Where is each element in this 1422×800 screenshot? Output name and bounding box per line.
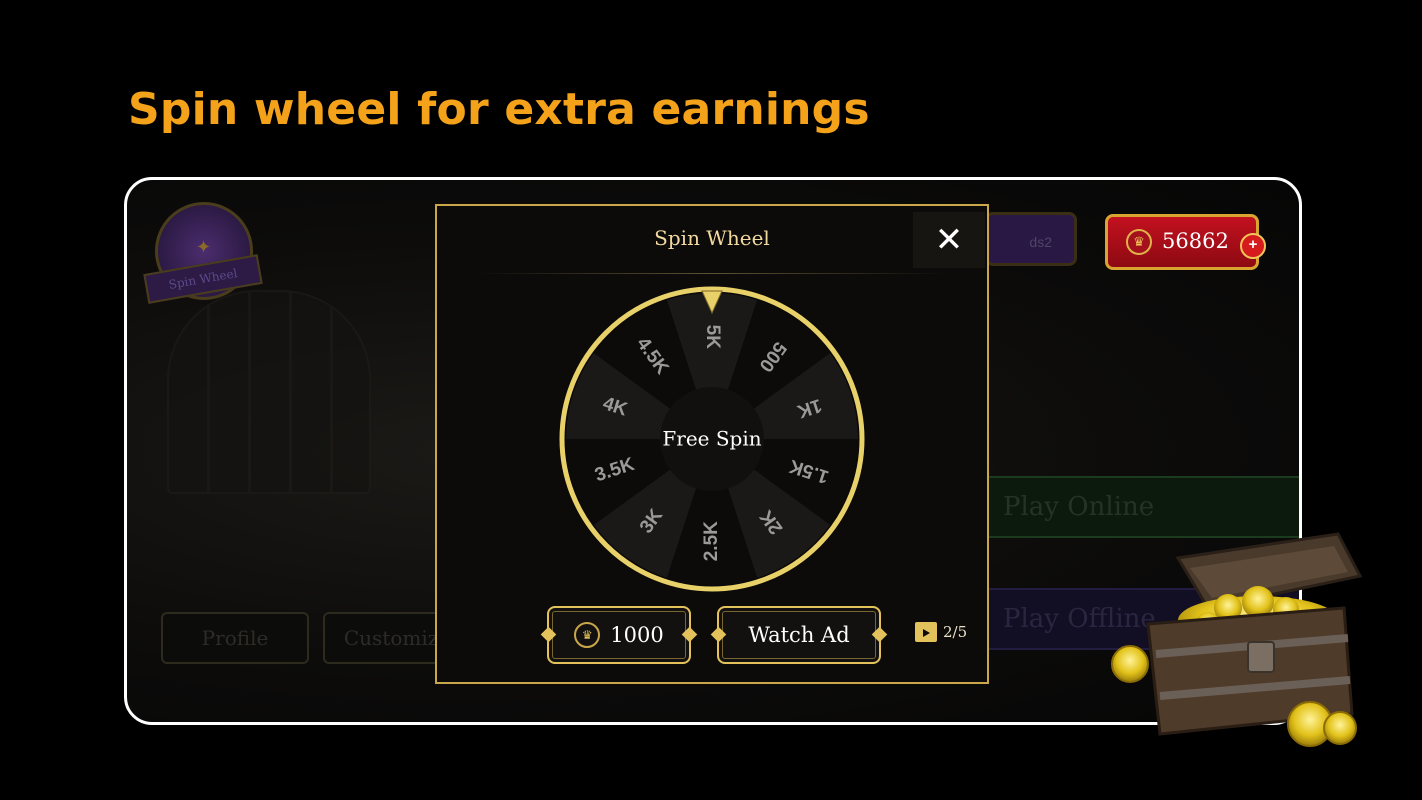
- spin-wheel[interactable]: 5K 500 1K 1.5K 2K 2.5K 3K 3.5K 4K 4.5K Free Spin: [559, 286, 865, 592]
- divider: [477, 273, 947, 274]
- watch-ad-button[interactable]: Watch Ad: [710, 606, 888, 664]
- headline: Spin wheel for extra earnings: [128, 84, 870, 135]
- crown-coin-icon: ♛: [1126, 229, 1152, 255]
- spin-cost: 1000: [610, 623, 664, 647]
- close-icon: ✕: [934, 221, 964, 259]
- wheel-segment-label: 2.5K: [701, 521, 722, 561]
- video-ad-icon: [915, 622, 937, 642]
- ad-count: 2/5: [943, 623, 968, 641]
- treasure-chest-illustration: [1111, 532, 1363, 747]
- ad-counter: 2/5: [915, 622, 967, 642]
- background-pill: ds2: [985, 212, 1077, 266]
- profile-button[interactable]: Profile: [161, 612, 309, 664]
- wheel-segment-label: 5K: [702, 325, 723, 350]
- modal-title: Spin Wheel: [654, 226, 770, 250]
- star-icon: ✦: [196, 237, 212, 257]
- watch-ad-label: Watch Ad: [748, 623, 850, 647]
- background-window: [167, 290, 371, 494]
- free-spin-label: Free Spin: [662, 427, 761, 451]
- spin-wheel-modal: Spin Wheel ✕ 5K 500 1K 1.5K 2K 2.5K 3K 3.5K 4K 4.…: [435, 204, 989, 684]
- close-button[interactable]: ✕: [913, 212, 985, 268]
- crown-coin-icon: ♛: [574, 622, 601, 648]
- coin-amount: 56862: [1162, 229, 1229, 253]
- add-coins-button[interactable]: +: [1240, 233, 1266, 259]
- coin-balance[interactable]: ♛ 56862 +: [1105, 214, 1266, 270]
- wheel-graphic: 5K5001K1.5K2K2.5K3K3.5K4K4.5KFree Spin: [559, 286, 865, 592]
- paid-spin-button[interactable]: ♛ 1000: [540, 606, 698, 664]
